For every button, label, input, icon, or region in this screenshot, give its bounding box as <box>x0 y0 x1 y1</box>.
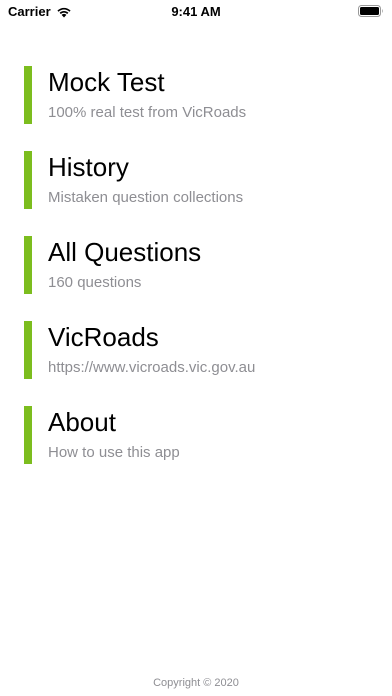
status-time: 9:41 AM <box>171 4 221 19</box>
menu-item-title: Mock Test <box>48 67 165 97</box>
menu-item-subtitle: https://www.vicroads.vic.gov.au <box>48 359 256 376</box>
menu-item-subtitle: How to use this app <box>48 444 180 461</box>
menu-item-title: All Questions <box>48 237 202 267</box>
menu-item-mock-test[interactable]: Mock Test 100% real test from VicRoads <box>24 66 364 124</box>
menu-item-vicroads[interactable]: VicRoads https://www.vicroads.vic.gov.au <box>24 321 364 379</box>
menu-item-title: VicRoads <box>48 322 159 352</box>
main-menu: Mock Test 100% real test from VicRoads H… <box>24 66 364 491</box>
accent-bar <box>24 236 32 294</box>
menu-item-history[interactable]: History Mistaken question collections <box>24 151 364 209</box>
accent-bar <box>24 66 32 124</box>
menu-item-title: About <box>48 407 116 437</box>
menu-item-about[interactable]: About How to use this app <box>24 406 364 464</box>
accent-bar <box>24 321 32 379</box>
menu-item-subtitle: Mistaken question collections <box>48 189 244 206</box>
menu-item-subtitle: 160 questions <box>48 274 142 291</box>
battery-icon <box>358 5 383 17</box>
menu-item-title: History <box>48 152 129 182</box>
accent-bar <box>24 406 32 464</box>
menu-item-all-questions[interactable]: All Questions 160 questions <box>24 236 364 294</box>
status-bar: Carrier 9:41 AM <box>0 0 392 22</box>
accent-bar <box>24 151 32 209</box>
copyright-text: Copyright © 2020 <box>153 677 239 689</box>
menu-item-subtitle: 100% real test from VicRoads <box>48 104 247 121</box>
